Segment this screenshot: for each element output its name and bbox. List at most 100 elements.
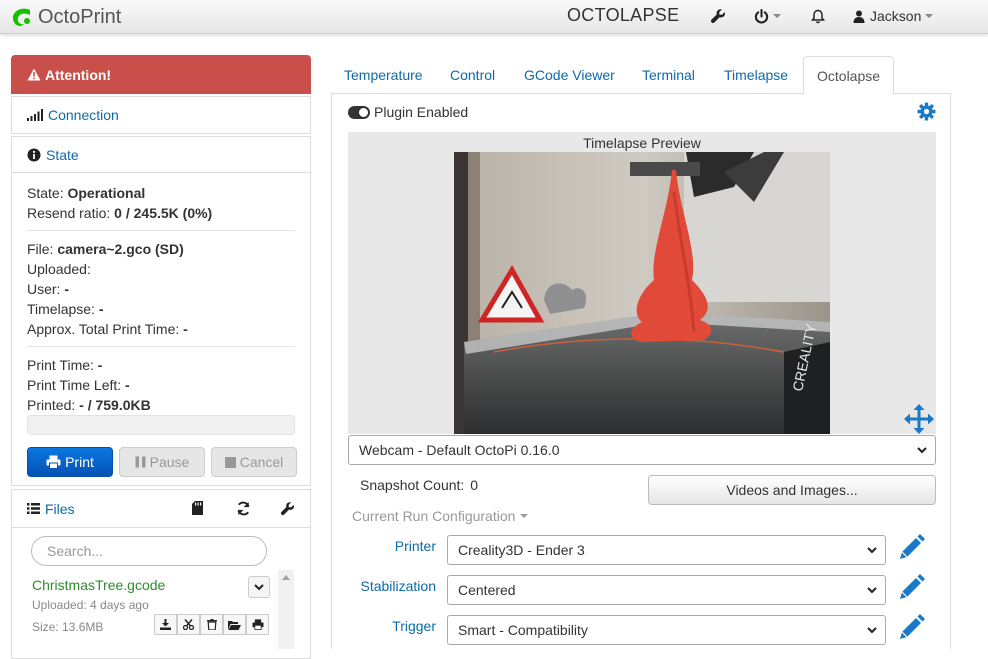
state-label: State: [27,185,64,201]
uploaded-label: Uploaded: [27,261,91,277]
divider [27,230,295,231]
file-value: camera~2.gco (SD) [57,241,184,257]
plugin-enabled-toggle[interactable]: Plugin Enabled [348,104,468,120]
printer-profile-select[interactable]: Creality3D - Ender 3 [447,535,886,565]
print-time-left-label: Print Time Left: [27,377,122,393]
snapshot-count-value: 0 [470,477,479,493]
stabilization-profile-value: Centered [458,582,516,598]
brand-logo[interactable]: OctoPrint [10,4,121,30]
bell-icon[interactable] [811,5,825,27]
snapshot-count-label: Snapshot Count: [360,477,465,493]
navbar: OctoPrint OCTOLAPSE Jackson [0,0,988,34]
cancel-button[interactable]: Cancel [211,447,297,477]
list-icon [27,503,40,514]
tab-terminal[interactable]: Terminal [629,56,708,94]
wrench-icon[interactable] [280,501,295,519]
print-time-label: Print Time: [27,357,94,373]
octolapse-nav-link[interactable]: OCTOLAPSE [567,5,679,26]
timelapse-preview: Timelapse Preview CREALITY [348,132,936,434]
info-circle-icon [27,148,41,161]
file-search-input[interactable]: Search... [31,536,267,566]
printer-icon [46,455,61,469]
connection-panel: Connection [11,96,311,134]
tab-gcode-viewer[interactable]: GCode Viewer [511,56,628,94]
scroll-up-arrow-icon[interactable] [282,575,290,580]
tab-octolapse[interactable]: Octolapse [803,56,895,95]
pause-icon [135,456,146,468]
printed-value: - / 759.0KB [79,397,151,413]
edit-trigger-pencil-icon[interactable] [896,613,926,646]
chevron-down-icon [925,14,934,18]
preview-title: Timelapse Preview [583,135,701,151]
state-header[interactable]: State [12,137,310,173]
move-arrows-icon[interactable] [904,404,934,437]
state-value: Operational [67,185,146,201]
timelapse-label: Timelapse: [27,301,95,317]
print-time-value: - [97,357,103,373]
snapshot-count: Snapshot Count: 0 [360,477,478,493]
main-tabs: Temperature Control GCode Viewer Termina… [331,56,951,95]
refresh-icon[interactable] [236,501,251,519]
print-progress-bar [27,415,295,435]
user-menu[interactable]: Jackson [853,5,934,27]
file-label: File: [27,241,54,257]
download-icon[interactable] [154,614,177,635]
stabilization-profile-label[interactable]: Stabilization [346,578,437,594]
approx-time-value: - [183,321,188,337]
settings-wrench-icon[interactable] [710,5,726,27]
print-file-icon[interactable] [246,614,269,635]
trash-icon[interactable] [200,614,223,635]
toggle-on-icon[interactable] [348,105,370,119]
gear-icon[interactable] [917,102,936,124]
tab-control[interactable]: Control [437,56,508,94]
file-name[interactable]: ChristmasTree.gcode [32,577,275,593]
scissors-icon[interactable] [177,614,200,635]
connection-label: Connection [48,107,119,123]
stabilization-profile-select[interactable]: Centered [447,575,886,605]
videos-and-images-button[interactable]: Videos and Images... [648,475,936,505]
chevron-down-icon [867,627,877,634]
user-icon [853,10,865,23]
warning-icon [27,68,41,81]
chevron-down-icon [867,547,877,554]
webcam-select-value: Webcam - Default OctoPi 0.16.0 [359,442,560,458]
connection-header[interactable]: Connection [12,97,310,133]
resend-label: Resend ratio: [27,205,111,221]
current-run-label: Current Run Configuration [352,508,516,524]
webcam-select[interactable]: Webcam - Default OctoPi 0.16.0 [348,435,936,465]
chevron-down-icon [867,587,877,594]
folder-open-icon[interactable] [223,614,246,635]
sd-card-icon[interactable] [192,501,203,518]
print-button-label: Print [65,454,94,470]
print-controls: Print Pause Cancel [27,447,297,477]
current-run-configuration-toggle[interactable]: Current Run Configuration [352,508,529,524]
file-actions [154,614,269,635]
trigger-profile-select[interactable]: Smart - Compatibility [447,615,886,645]
cancel-button-label: Cancel [239,454,284,470]
power-icon[interactable] [754,5,781,27]
divider [27,346,295,347]
trigger-profile-label[interactable]: Trigger [346,618,436,634]
tab-temperature[interactable]: Temperature [331,56,436,94]
user-value: - [64,281,70,297]
state-body: State: Operational Resend ratio: 0 / 245… [12,173,310,435]
edit-stabilization-pencil-icon[interactable] [896,573,926,606]
files-header[interactable]: Files [12,490,310,528]
pause-button-label: Pause [149,454,190,470]
octoprint-logo-icon [12,8,30,27]
files-scrollbar[interactable] [278,570,294,649]
chevron-down-icon [917,447,927,454]
resend-value: 0 / 245.5K (0%) [114,205,213,221]
printer-profile-label[interactable]: Printer [346,538,436,554]
state-title: State [46,146,79,163]
file-uploaded: Uploaded: 4 days ago [32,598,149,612]
print-button[interactable]: Print [27,447,113,477]
file-list-item[interactable]: ChristmasTree.gcode Uploaded: 4 days ago… [21,570,275,635]
webcam-snapshot-image: CREALITY [454,152,830,434]
file-expand-toggle[interactable] [248,576,270,598]
edit-printer-pencil-icon[interactable] [896,533,926,566]
attention-panel-header[interactable]: Attention! [11,55,311,94]
pause-button[interactable]: Pause [119,447,205,477]
tab-timelapse[interactable]: Timelapse [711,56,801,94]
trigger-profile-value: Smart - Compatibility [458,622,588,638]
